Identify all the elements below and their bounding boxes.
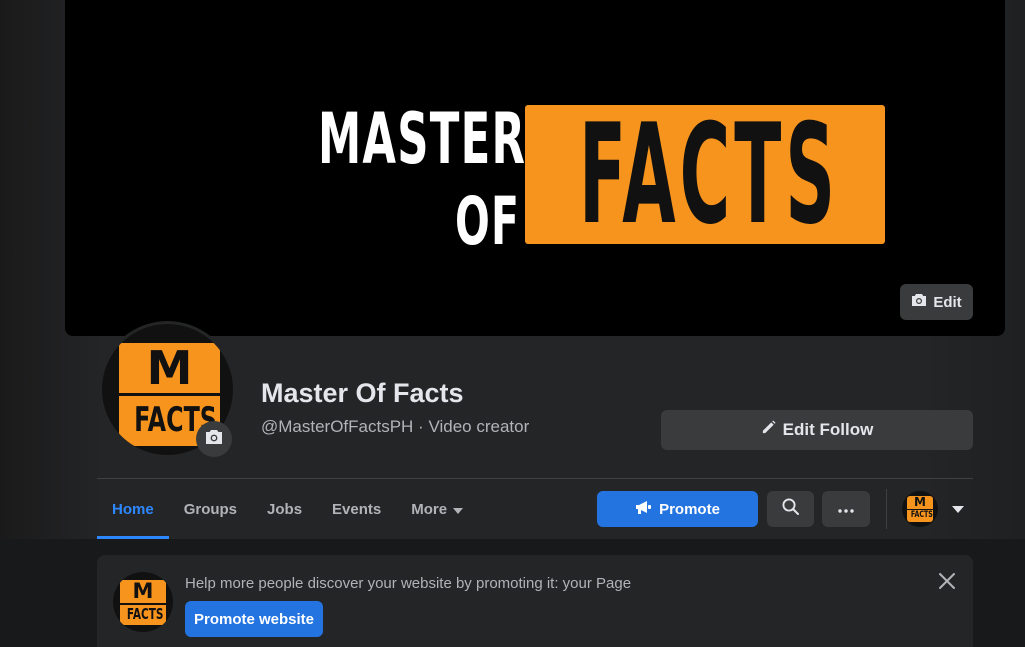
actions-divider bbox=[886, 489, 887, 529]
search-button[interactable] bbox=[767, 491, 814, 527]
close-icon bbox=[939, 572, 955, 594]
header-divider bbox=[97, 478, 973, 479]
edit-follow-label: Edit Follow bbox=[782, 420, 874, 439]
page-handle-and-category: @MasterOfFactsPH · Video creator bbox=[261, 417, 530, 436]
update-profile-picture-button[interactable] bbox=[196, 421, 232, 457]
avatar: M FACTS bbox=[902, 491, 938, 527]
tab-groups[interactable]: Groups bbox=[169, 480, 252, 539]
tab-events[interactable]: Events bbox=[317, 480, 396, 539]
edit-follow-button[interactable]: Edit Follow bbox=[661, 410, 973, 450]
cover-logo: MASTER OF FACTS bbox=[310, 98, 890, 260]
banner-message: Help more people discover your website b… bbox=[185, 575, 632, 592]
cover-logo-box: FACTS bbox=[525, 105, 885, 244]
promote-website-button[interactable]: Promote website bbox=[185, 601, 323, 637]
tab-home[interactable]: Home bbox=[97, 480, 169, 539]
tab-more[interactable]: More bbox=[396, 480, 478, 539]
search-icon bbox=[782, 498, 799, 520]
tab-jobs[interactable]: Jobs bbox=[252, 480, 317, 539]
cover-photo: MASTER OF FACTS Edit bbox=[65, 0, 1005, 336]
cover-logo-word-facts: FACTS bbox=[579, 105, 840, 244]
megaphone-icon bbox=[635, 500, 652, 519]
master-of-facts-logo: M FACTS bbox=[120, 580, 166, 625]
page-tabs: Home Groups Jobs Events More bbox=[97, 480, 478, 539]
promote-label: Promote bbox=[659, 500, 720, 518]
promote-website-banner: M FACTS Help more people discover your w… bbox=[97, 555, 973, 647]
camera-icon bbox=[205, 429, 223, 450]
close-banner-button[interactable] bbox=[933, 569, 961, 597]
page-title: Master Of Facts bbox=[261, 378, 464, 408]
edit-cover-button[interactable]: Edit bbox=[900, 284, 973, 320]
cover-logo-word-master: MASTER bbox=[318, 98, 527, 180]
promote-button[interactable]: Promote bbox=[597, 491, 758, 527]
more-options-button[interactable] bbox=[822, 491, 870, 527]
avatar: M FACTS bbox=[113, 572, 173, 632]
cover-logo-word-of: OF bbox=[455, 183, 521, 260]
caret-down-icon bbox=[453, 501, 464, 518]
profile-switcher[interactable]: M FACTS bbox=[902, 491, 972, 527]
caret-down-icon bbox=[952, 500, 964, 518]
more-dots-icon bbox=[838, 500, 854, 518]
camera-icon bbox=[911, 293, 927, 311]
edit-cover-label: Edit bbox=[933, 293, 962, 311]
master-of-facts-logo: M FACTS bbox=[907, 496, 933, 522]
pencil-icon bbox=[761, 420, 776, 440]
